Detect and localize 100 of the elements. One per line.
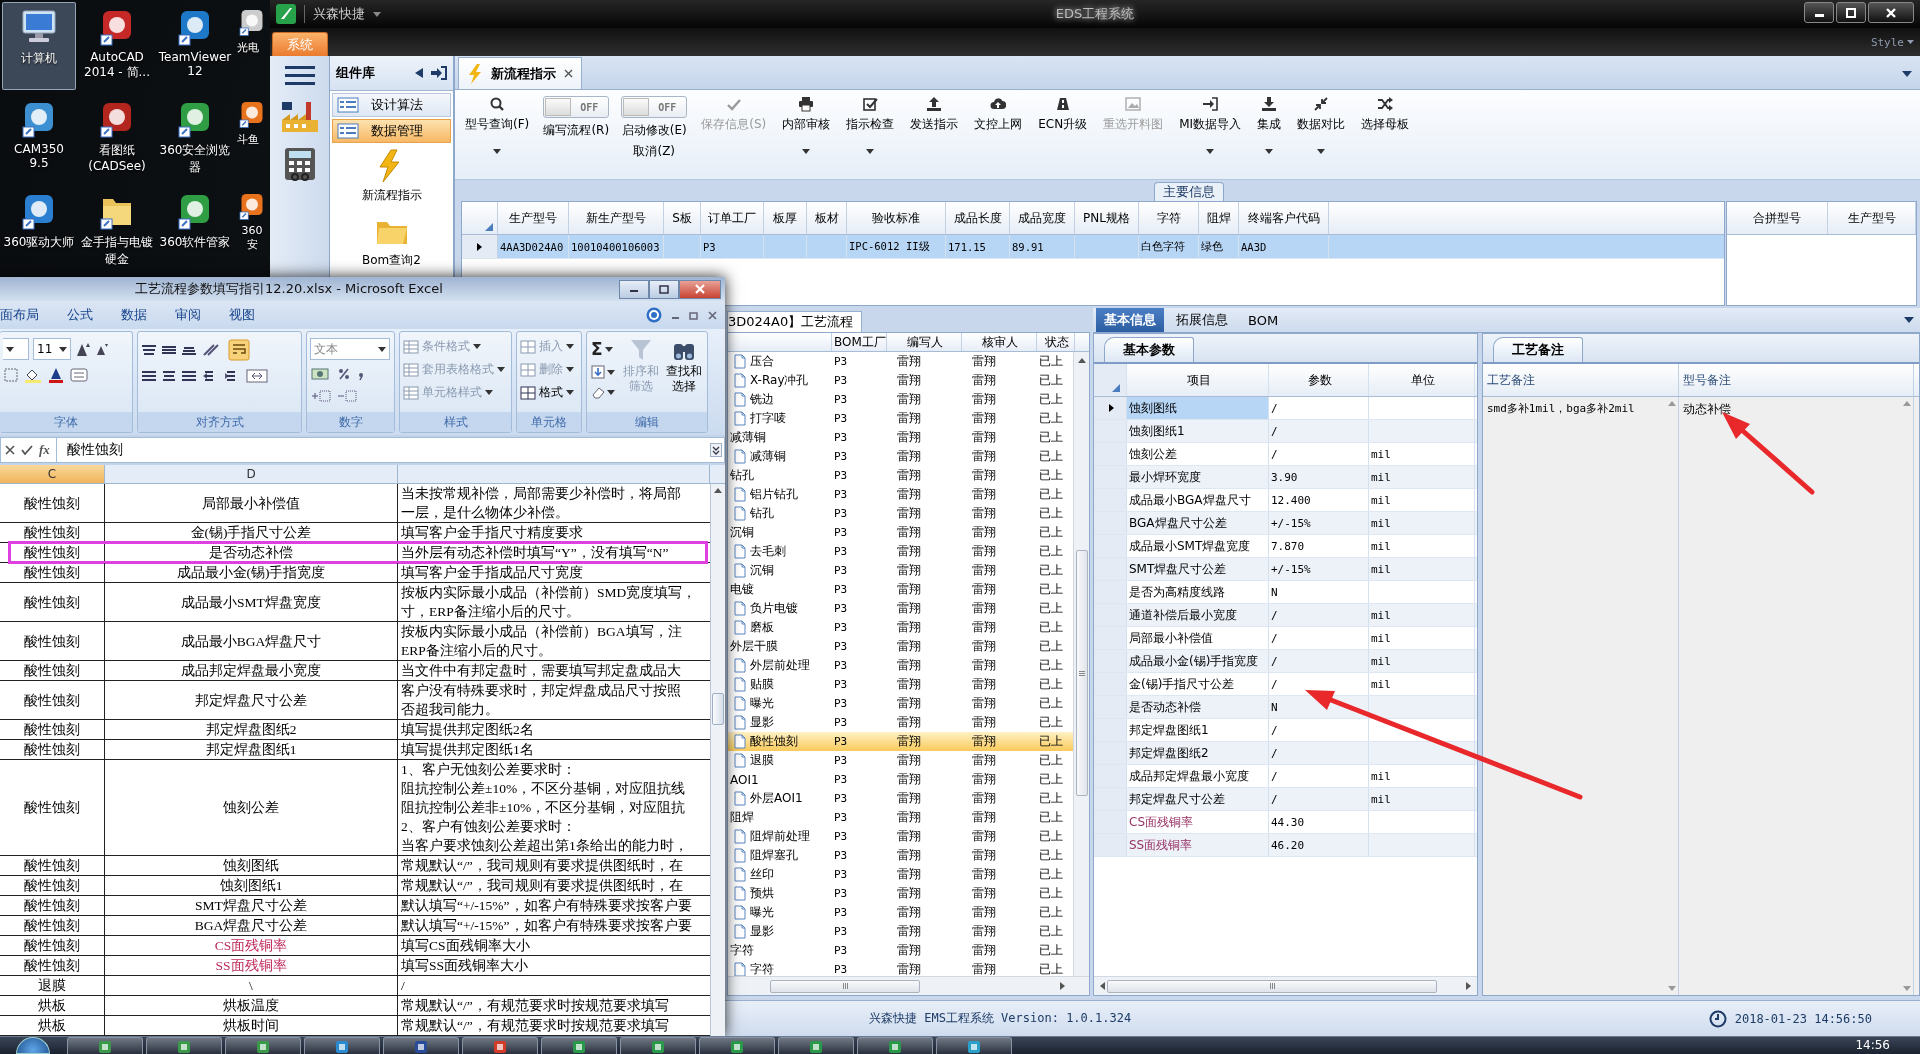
grow-font-button[interactable] xyxy=(75,341,91,357)
percent-button[interactable] xyxy=(336,366,352,382)
tree-row[interactable]: 钻孔 P3 雷翔 雷翔 已上 xyxy=(728,504,1073,523)
tab[interactable]: 基本信息 xyxy=(1096,308,1164,332)
align-top-button[interactable] xyxy=(141,343,157,357)
table-row[interactable]: 蚀刻公差 / mil xyxy=(1094,443,1477,466)
tree-row[interactable]: 钻孔 P3 雷翔 雷翔 已上 xyxy=(728,466,1073,485)
document-tab[interactable]: 新流程指示 xyxy=(458,57,582,89)
tree-row[interactable]: 曝光 P3 雷翔 雷翔 已上 xyxy=(728,903,1073,922)
tree-row[interactable]: 压合 P3 雷翔 雷翔 已上 xyxy=(728,352,1073,371)
ribbon-command[interactable]: 格式 xyxy=(520,384,578,401)
scroll-thumb[interactable] xyxy=(1075,550,1088,796)
tree-row[interactable]: 丝印 P3 雷翔 雷翔 已上 xyxy=(728,865,1073,884)
nav-item[interactable]: 设计算法 xyxy=(332,93,451,117)
align-center-button[interactable] xyxy=(161,369,177,383)
taskbar-button[interactable] xyxy=(304,1037,380,1054)
pin-button[interactable] xyxy=(431,66,447,80)
taskbar-button[interactable] xyxy=(541,1037,617,1054)
desktop-shortcut[interactable]: TeamViewer 12 xyxy=(158,2,232,90)
tree-row[interactable]: 磨板 P3 雷翔 雷翔 已上 xyxy=(728,618,1073,637)
panel-tab[interactable]: 工艺备注 xyxy=(1493,337,1583,362)
table-row[interactable]: 蚀刻图纸 / xyxy=(1094,397,1477,420)
font-size-field[interactable]: 11 xyxy=(33,338,71,360)
align-middle-button[interactable] xyxy=(161,343,177,357)
input-field[interactable] xyxy=(3,338,29,360)
tree-row[interactable]: 贴膜 P3 雷翔 雷翔 已上 xyxy=(728,675,1073,694)
help-button[interactable] xyxy=(646,307,662,323)
autosum-button[interactable]: Σ xyxy=(590,338,616,360)
align-right-button[interactable] xyxy=(181,369,197,383)
scroll-thumb[interactable] xyxy=(770,979,920,993)
toolbar-button[interactable]: 集成 xyxy=(1255,96,1284,154)
maximize-button[interactable] xyxy=(1836,2,1866,23)
toolbar-button[interactable]: 指示检查 xyxy=(844,96,897,154)
desktop-shortcut[interactable]: 斗鱼 xyxy=(236,94,268,182)
table-row[interactable]: 是否动态补偿 N xyxy=(1094,696,1477,719)
close-button[interactable] xyxy=(1868,2,1914,23)
tree-row[interactable]: 预烘 P3 雷翔 雷翔 已上 xyxy=(728,884,1073,903)
tree-row[interactable]: 字符 P3 雷翔 雷翔 已上 xyxy=(728,941,1073,960)
toolbar-button[interactable]: MI数据导入 xyxy=(1177,96,1244,154)
number-format-field[interactable]: 文本 xyxy=(310,338,390,360)
tree-row[interactable]: 铝片钻孔 P3 雷翔 雷翔 已上 xyxy=(728,485,1073,504)
ribbon-tab[interactable]: 数据 xyxy=(107,306,161,324)
toggle-switch[interactable]: OFF xyxy=(621,96,688,118)
minimize-button[interactable] xyxy=(1804,2,1834,23)
tree-row[interactable]: 沉铜 P3 雷翔 雷翔 已上 xyxy=(728,523,1073,542)
desktop-shortcut[interactable]: AutoCAD 2014 - 简... xyxy=(80,2,154,90)
minimize-button[interactable] xyxy=(619,279,649,299)
table-row[interactable]: 蚀刻图纸1 / xyxy=(1094,420,1477,443)
table-row[interactable]: 最小焊环宽度 3.90 mil xyxy=(1094,466,1477,489)
merge-cells-button[interactable] xyxy=(245,368,269,384)
tree-row[interactable]: 减薄铜 P3 雷翔 雷翔 已上 xyxy=(728,428,1073,447)
taskbar-button[interactable] xyxy=(462,1037,538,1054)
toolbar-button[interactable]: ECN升级 xyxy=(1036,96,1090,133)
toolbar-button[interactable]: 数据对比 xyxy=(1295,96,1348,154)
tree-row[interactable]: 显影 P3 雷翔 雷翔 已上 xyxy=(728,713,1073,732)
collapse-button[interactable] xyxy=(415,68,423,78)
desktop-shortcut[interactable]: 看图纸 (CADSee) xyxy=(80,94,154,182)
desktop-shortcut[interactable]: CAM350 9.5 xyxy=(2,94,76,182)
scrollbar[interactable] xyxy=(710,484,725,1037)
shrink-font-button[interactable] xyxy=(95,342,109,356)
toolbar-button[interactable]: 选择母板 xyxy=(1359,96,1412,133)
table-row[interactable]: 是否为高精度线路 N xyxy=(1094,581,1477,604)
table-row[interactable]: 成品邦定焊盘最小宽度 / mil xyxy=(1094,765,1477,788)
formula-field[interactable]: 酸性蚀刻 xyxy=(55,438,704,462)
tab[interactable]: 拓展信息 xyxy=(1168,308,1236,332)
table-row[interactable]: 成品最小金(锡)手指宽度 / mil xyxy=(1094,650,1477,673)
taskbar-button[interactable] xyxy=(67,1037,143,1054)
wrap-text-button[interactable] xyxy=(227,338,251,362)
restore-button[interactable] xyxy=(689,310,698,320)
table-row[interactable]: 通道补偿后最小宽度 / mil xyxy=(1094,604,1477,627)
desktop-shortcut[interactable]: 360软件管家 xyxy=(158,186,232,274)
toggle-switch[interactable]: OFF xyxy=(543,96,610,118)
table-row[interactable]: 邦定焊盘尺寸公差 / mil xyxy=(1094,788,1477,811)
font-color-button[interactable] xyxy=(47,366,65,384)
table-row[interactable]: 4AA3D024A0 10010400106003 P3 IPC-6012 II级 171.15 89.91 白色字符 绿色 AA3D xyxy=(462,235,1724,259)
start-button[interactable] xyxy=(16,1037,50,1054)
tree-row[interactable]: 沉铜 P3 雷翔 雷翔 已上 xyxy=(728,561,1073,580)
column-header[interactable]: D xyxy=(105,465,398,483)
desktop-shortcut[interactable]: 光电 xyxy=(236,2,268,90)
taskbar-button[interactable] xyxy=(936,1037,1012,1054)
desktop-shortcut[interactable]: 计算机 xyxy=(2,2,76,90)
ribbon-tab[interactable]: 公式 xyxy=(53,306,107,324)
scrollbar[interactable] xyxy=(728,976,1089,995)
tree-row[interactable]: 阻焊 P3 雷翔 雷翔 已上 xyxy=(728,808,1073,827)
tree-row[interactable]: AOI1 P3 雷翔 雷翔 已上 xyxy=(728,770,1073,789)
tree-row[interactable]: 外层干膜 P3 雷翔 雷翔 已上 xyxy=(728,637,1073,656)
desktop-shortcut[interactable]: 360安 xyxy=(236,186,268,274)
tree-row[interactable]: X-Ray冲孔 P3 雷翔 雷翔 已上 xyxy=(728,371,1073,390)
cancel-button[interactable]: 取消(Z) xyxy=(633,143,676,160)
scrollbar[interactable] xyxy=(1094,976,1477,995)
tree-row[interactable]: 曝光 P3 雷翔 雷翔 已上 xyxy=(728,694,1073,713)
fill-button[interactable] xyxy=(590,364,616,380)
desktop-shortcut[interactable]: 金手指与电镀硬金 xyxy=(80,186,154,274)
tree-row[interactable]: 减薄铜 P3 雷翔 雷翔 已上 xyxy=(728,447,1073,466)
taskbar-button[interactable] xyxy=(383,1037,459,1054)
toolbar-button[interactable]: 型号查询(F) xyxy=(463,96,532,154)
close-button[interactable] xyxy=(564,69,573,78)
taskbar-button[interactable] xyxy=(225,1037,301,1054)
panel-tab[interactable]: 基本参数 xyxy=(1104,337,1194,362)
tree-row[interactable]: 外层前处理 P3 雷翔 雷翔 已上 xyxy=(728,656,1073,675)
